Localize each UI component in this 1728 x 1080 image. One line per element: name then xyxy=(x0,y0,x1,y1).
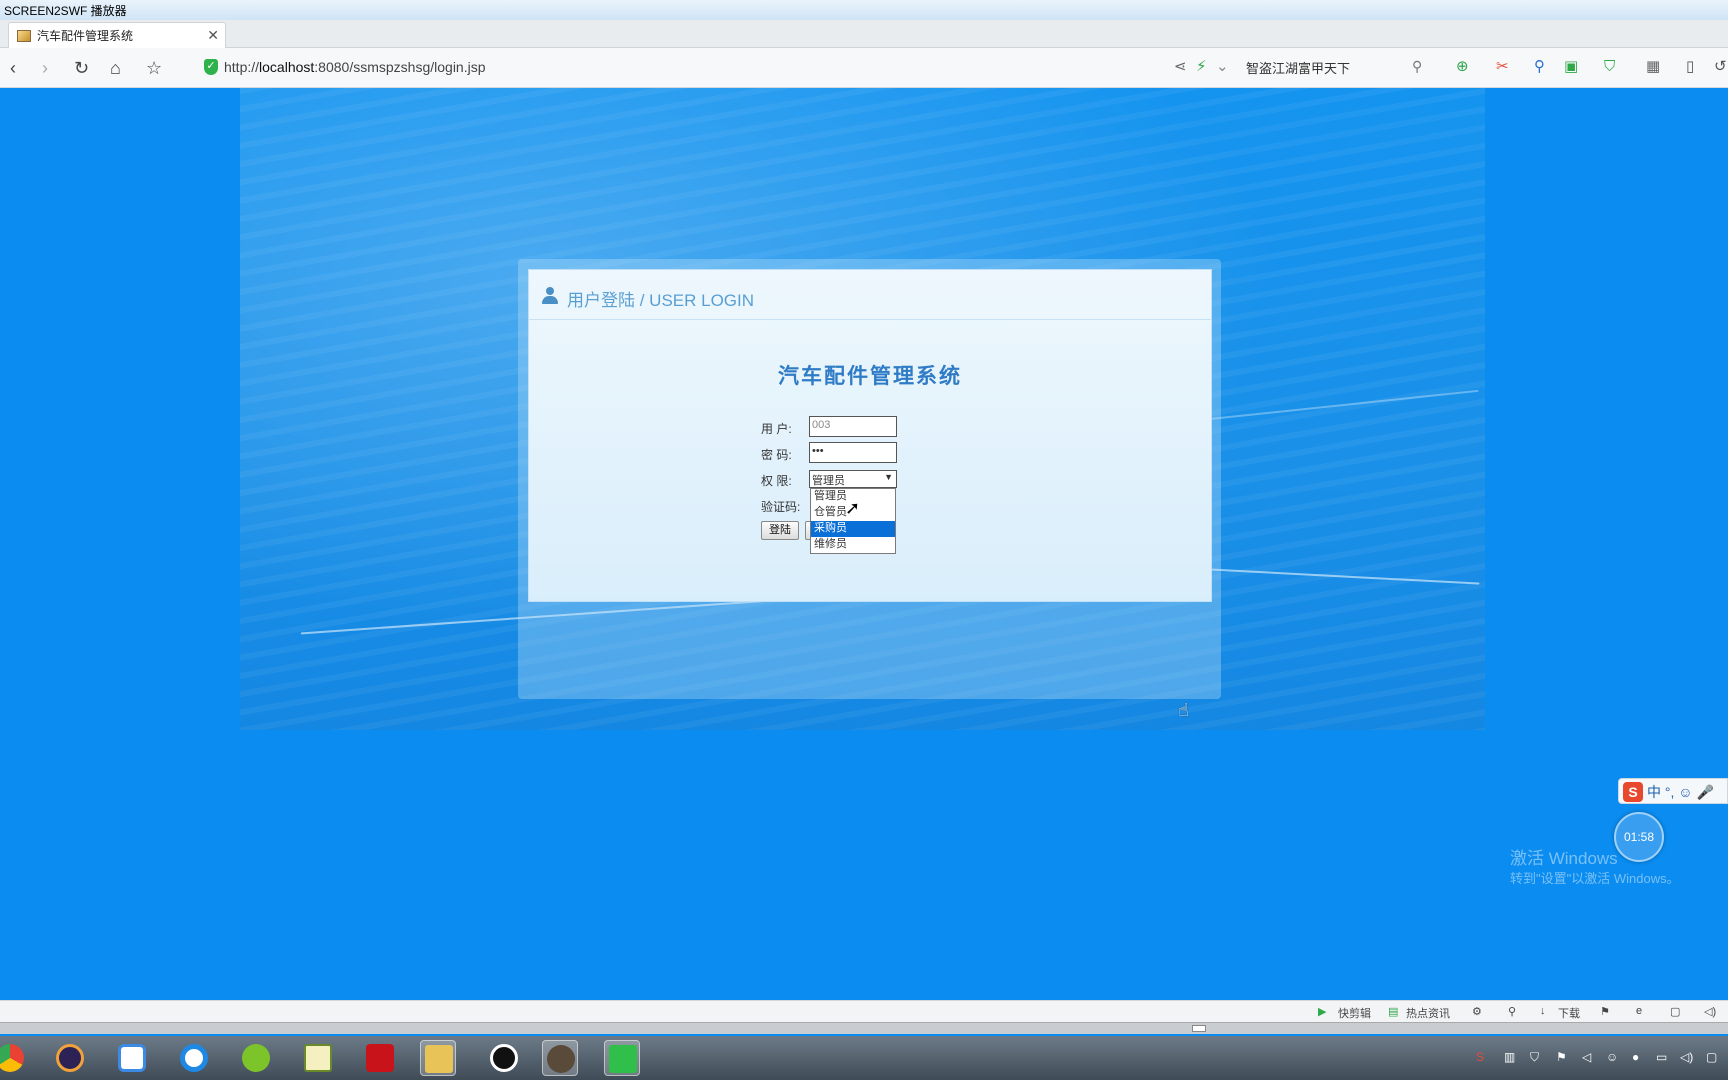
tray-flag-icon[interactable]: ⚑ xyxy=(1556,1050,1567,1064)
role-option-selected[interactable]: 采购员 xyxy=(811,521,895,537)
home-icon[interactable]: ⌂ xyxy=(110,58,121,78)
tray-security-icon[interactable]: ⛉ xyxy=(1530,1050,1539,1065)
captcha-label: 验证码: xyxy=(761,500,801,514)
bookmark-star-icon[interactable]: ☆ xyxy=(146,58,162,78)
back-icon[interactable]: ‹ xyxy=(10,58,16,78)
tray-sogou-icon[interactable]: S xyxy=(1476,1050,1484,1064)
taskbar-screen2swf-icon[interactable] xyxy=(604,1040,640,1076)
status-item-quick-clip[interactable]: 快剪辑 xyxy=(1338,1005,1371,1021)
tab-login[interactable]: 汽车配件管理系统 ✕ xyxy=(8,22,226,48)
search-icon[interactable]: ⚲ xyxy=(1412,58,1422,75)
role-select-value: 管理员 xyxy=(812,475,845,487)
tablet-icon[interactable]: ▯ xyxy=(1686,58,1694,76)
ime-mode-label: 中 xyxy=(1647,784,1661,800)
sogou-icon: S xyxy=(1623,782,1643,802)
news-icon: ▤ xyxy=(1388,1006,1399,1018)
security-shield-icon: ✓ xyxy=(204,59,218,75)
tray-network-icon[interactable]: ▥ xyxy=(1504,1050,1515,1064)
volume-icon[interactable]: ◁) xyxy=(1704,1005,1716,1018)
taskbar-qq-icon[interactable] xyxy=(486,1040,522,1076)
url-field[interactable]: http://localhost:8080/ssmspzshsg/login.j… xyxy=(224,59,486,75)
safety-icon[interactable]: ⛉ xyxy=(1604,58,1615,76)
password-label: 密 码: xyxy=(761,448,792,462)
login-button[interactable]: 登陆 xyxy=(761,521,799,540)
taskbar-eclipse-icon[interactable] xyxy=(52,1040,88,1076)
role-label: 权 限: xyxy=(761,474,792,488)
settings-icon[interactable]: ⚙ xyxy=(1472,1005,1482,1018)
screenshot-scissors-icon[interactable]: ✂ xyxy=(1496,58,1509,76)
windows-taskbar: S ▥ ⛉ ⚑ ◁ ☺ ● ▭ ◁) ▢ xyxy=(0,1036,1728,1080)
user-input[interactable]: 003 xyxy=(809,416,897,437)
taskbar-flash-icon[interactable] xyxy=(362,1040,398,1076)
user-icon xyxy=(542,287,558,305)
apps-grid-icon[interactable]: ▦ xyxy=(1646,58,1660,76)
player-title: SCREEN2SWF 播放器 xyxy=(4,4,127,18)
tray-qq-icon[interactable]: ● xyxy=(1632,1050,1639,1064)
password-input[interactable]: ••• xyxy=(809,442,897,463)
playback-progress-bar[interactable] xyxy=(0,1022,1728,1034)
magnifier-icon[interactable]: ⚲ xyxy=(1534,58,1545,76)
search-input[interactable]: 智盗江湖富甲天下 xyxy=(1246,58,1350,77)
ime-toolbar[interactable]: S中 °, ☺ 🎤 xyxy=(1618,778,1728,804)
tray-chat-icon[interactable]: ☺ xyxy=(1606,1050,1618,1064)
share-icon[interactable]: ⋖ xyxy=(1174,58,1187,76)
taskbar-baidu-cloud-icon[interactable] xyxy=(114,1040,150,1076)
activation-watermark-title: 激活 Windows xyxy=(1510,849,1618,868)
reload-icon[interactable]: ↻ xyxy=(74,58,89,78)
user-label: 用 户: xyxy=(761,422,792,436)
tray-volume-icon[interactable]: ◁) xyxy=(1680,1050,1693,1064)
ie-icon[interactable]: e xyxy=(1636,1005,1642,1017)
extension-add-icon[interactable]: ⊕ xyxy=(1456,58,1469,76)
browser-status-bar: ▶ 快剪辑 ▤ 热点资讯 ⚙ ⚲ ↓ 下载 ⚑ e ▢ ◁) xyxy=(0,1000,1728,1022)
system-title: 汽车配件管理系统 xyxy=(778,363,962,388)
player-title-bar: SCREEN2SWF 播放器 xyxy=(0,0,1728,20)
taskbar-user-photo-icon[interactable] xyxy=(542,1040,578,1076)
flag-icon[interactable]: ⚑ xyxy=(1600,1005,1610,1018)
chevron-down-icon: ▼ xyxy=(884,472,893,482)
role-option[interactable]: 维修员 xyxy=(811,537,895,553)
login-header-title: 用户登陆 / USER LOGIN xyxy=(567,291,755,310)
download-icon: ↓ xyxy=(1540,1005,1546,1017)
url-rest: :8080/ssmspzshsg/login.jsp xyxy=(314,59,486,75)
tray-speaker-icon[interactable]: ◁ xyxy=(1582,1050,1591,1064)
browser-tab-bar: 汽车配件管理系统 ✕ ＋ ⌂ — xyxy=(0,20,1728,66)
tray-desktop-icon[interactable]: ▢ xyxy=(1706,1050,1717,1064)
taskbar-file-explorer-icon[interactable] xyxy=(420,1040,456,1076)
window-icon[interactable]: ▢ xyxy=(1670,1005,1680,1018)
video-clip-icon: ▶ xyxy=(1318,1006,1327,1018)
url-prefix: http:// xyxy=(224,59,260,75)
taskbar-notepad-icon[interactable] xyxy=(300,1040,336,1076)
status-item-hot-news[interactable]: 热点资讯 xyxy=(1406,1005,1450,1021)
address-bar: ‹ › ↻ ⌂ ☆ ✓ http://localhost:8080/ssmspz… xyxy=(0,48,1728,88)
recording-timer: 01:58 xyxy=(1614,812,1664,862)
page-content: 用户登陆 / USER LOGIN 汽车配件管理系统 用 户: 003 密 码:… xyxy=(0,88,1728,1000)
role-select[interactable]: 管理员 ▼ xyxy=(809,470,897,488)
undo-icon[interactable]: ↺ xyxy=(1714,58,1727,76)
game-icon[interactable]: ▣ xyxy=(1564,58,1578,76)
progress-knob[interactable] xyxy=(1192,1025,1206,1032)
speed-mode-icon[interactable]: ⚡ xyxy=(1196,58,1207,76)
chevron-down-icon[interactable]: ⌄ xyxy=(1216,58,1229,76)
mouse-pointer-icon: ➚ xyxy=(845,498,861,518)
status-item-download[interactable]: 下载 xyxy=(1558,1005,1580,1021)
tray-battery-icon[interactable]: ▭ xyxy=(1656,1050,1667,1064)
taskbar-browser-icon[interactable] xyxy=(176,1040,212,1076)
taskbar-chrome-icon[interactable] xyxy=(0,1040,28,1076)
hand-cursor-icon: ☝ xyxy=(1178,700,1189,720)
login-panel: 用户登陆 / USER LOGIN 汽车配件管理系统 用 户: 003 密 码:… xyxy=(528,269,1212,602)
tab-title: 汽车配件管理系统 xyxy=(37,29,134,43)
taskbar-360-icon[interactable] xyxy=(238,1040,274,1076)
page-favicon-icon xyxy=(17,29,31,42)
url-host: localhost xyxy=(259,59,315,75)
activation-watermark-text: 转到"设置"以激活 Windows。 xyxy=(1510,871,1680,886)
forward-icon[interactable]: › xyxy=(42,58,48,78)
login-header: 用户登陆 / USER LOGIN xyxy=(529,270,1211,320)
pin-icon[interactable]: ⚲ xyxy=(1508,1005,1516,1018)
tab-close-icon[interactable]: ✕ xyxy=(207,27,219,44)
